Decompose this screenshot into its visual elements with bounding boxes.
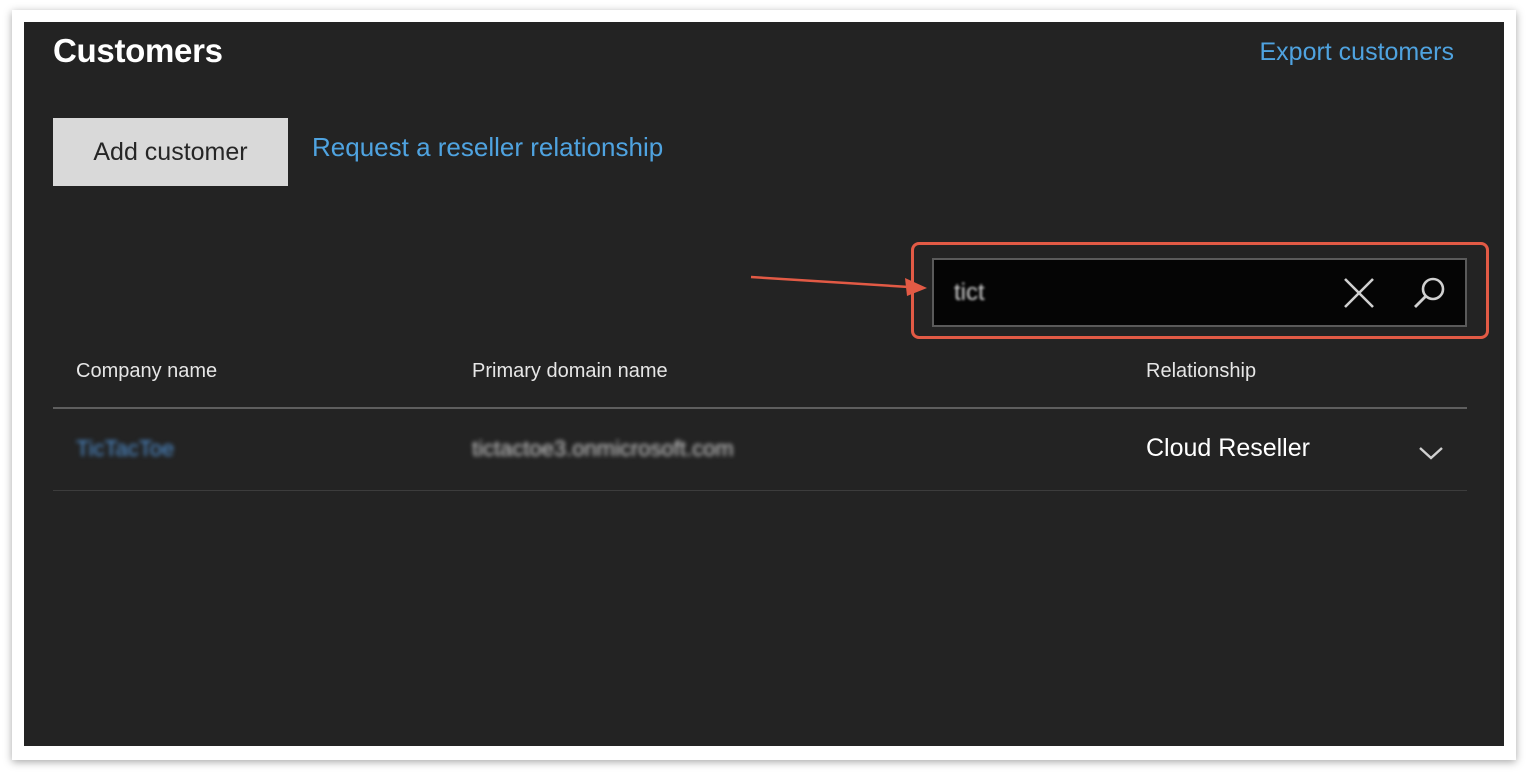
table-row: TicTacToe tictactoe3.onmicrosoft.com Clo… [53,410,1467,490]
close-icon[interactable] [1341,275,1377,311]
annotation-arrow [750,275,927,296]
company-name-link[interactable]: TicTacToe [76,436,174,462]
column-header-domain[interactable]: Primary domain name [472,360,668,383]
request-reseller-link[interactable]: Request a reseller relationship [312,132,663,163]
column-header-company[interactable]: Company name [76,360,217,383]
page-title: Customers [53,32,223,69]
export-customers-link[interactable]: Export customers [1259,38,1454,67]
add-customer-button[interactable]: Add customer [53,118,288,186]
search-input[interactable] [954,260,1334,325]
primary-domain-cell: tictactoe3.onmicrosoft.com [472,436,734,461]
table-header-divider [53,407,1467,409]
search-icon[interactable] [1412,275,1448,311]
search-box [932,258,1467,327]
column-header-relationship[interactable]: Relationship [1146,360,1256,383]
table-row-divider [53,490,1467,491]
chevron-down-icon[interactable] [1416,442,1446,464]
relationship-cell: Cloud Reseller [1146,434,1310,462]
customers-panel: Customers Export customers Add customer … [24,22,1504,746]
